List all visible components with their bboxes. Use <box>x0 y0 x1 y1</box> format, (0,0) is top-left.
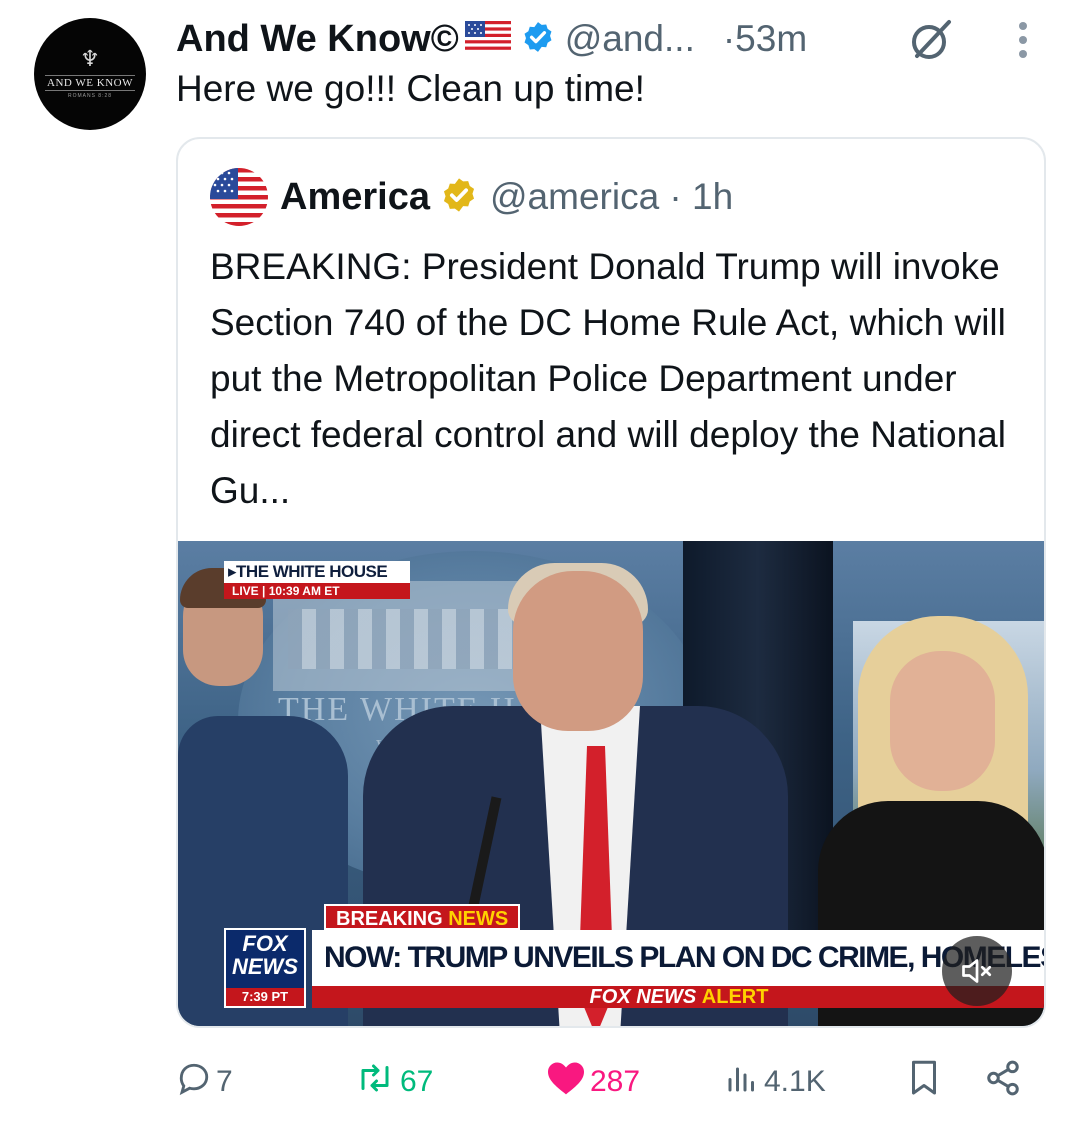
bug-title: ▸THE WHITE HOUSE <box>228 562 388 581</box>
reply-button[interactable]: 7 <box>176 1058 233 1106</box>
mute-icon[interactable] <box>942 936 1012 1006</box>
views-icon <box>724 1060 760 1104</box>
author-handle[interactable]: @and... <box>565 18 695 60</box>
tweet-text: Here we go!!! Clean up time! <box>176 68 645 109</box>
more-icon[interactable] <box>1008 18 1038 67</box>
share-icon <box>984 1059 1022 1105</box>
video-location-bug: ▸THE WHITE HOUSE LIVE | 10:39 AM ET <box>224 561 410 599</box>
news-word: NEWS <box>448 908 509 930</box>
breaking-word: BREAKING <box>336 908 443 930</box>
reply-count: 7 <box>216 1065 233 1098</box>
quote-avatar-us-flag-icon[interactable] <box>210 168 268 226</box>
alert-part1: FOX NEWS <box>589 986 697 1008</box>
video-headline: NOW: TRUMP UNVEILS PLAN ON DC CRIME, HOM… <box>312 930 1044 986</box>
verified-blue-icon[interactable] <box>521 20 555 59</box>
share-button[interactable] <box>984 1058 1022 1106</box>
us-flag-icon <box>464 20 511 58</box>
quote-media-video[interactable]: THE WHITE H WA ▸THE WHITE HOUSE LIVE | 1… <box>178 541 1044 1026</box>
tweet-time[interactable]: ·53m <box>723 18 807 60</box>
repost-icon <box>354 1060 396 1104</box>
alert-part2: ALERT <box>701 986 769 1008</box>
quote-header: America @america · 1h <box>210 168 733 226</box>
verified-gold-icon[interactable] <box>440 176 478 219</box>
quote-author-name[interactable]: America <box>280 176 430 219</box>
quote-handle-time[interactable]: @america · 1h <box>490 176 733 218</box>
author-name[interactable]: And We Know© <box>176 18 459 61</box>
bookmark-icon <box>906 1058 942 1106</box>
author-avatar[interactable]: ♆ AND WE KNOW ROMANS 8:28 <box>34 18 146 130</box>
views-button[interactable]: 4.1K <box>724 1058 826 1106</box>
tweet-header: And We Know© @and... ·53m <box>176 14 807 64</box>
quote-text: BREAKING: President Donald Trump will in… <box>210 246 1006 511</box>
bug-live: LIVE | 10:39 AM ET <box>224 583 410 599</box>
views-count: 4.1K <box>764 1065 826 1098</box>
breaking-news-tag: BREAKING NEWS <box>324 904 521 930</box>
grok-icon[interactable] <box>905 14 955 69</box>
reply-icon <box>176 1060 212 1104</box>
repost-count: 67 <box>400 1065 434 1098</box>
like-icon <box>546 1060 586 1104</box>
avatar-logo-mark: ♆ <box>80 47 100 72</box>
fox-logo-line2: NEWS <box>232 954 298 979</box>
bookmark-button[interactable] <box>906 1058 942 1106</box>
tweet-action-bar: 7 67 287 4.1K <box>176 1058 1036 1106</box>
avatar-sub-text: ROMANS 8:28 <box>67 93 113 99</box>
quoted-tweet-card[interactable]: America @america · 1h BREAKING: Presiden… <box>176 137 1046 1028</box>
video-lower-third: BREAKING NEWS FOX NEWS 7:39 PT NOW: TRUM… <box>224 904 1044 1009</box>
repost-button[interactable]: 67 <box>354 1058 433 1106</box>
like-button[interactable]: 287 <box>546 1058 640 1106</box>
like-count: 287 <box>590 1065 641 1098</box>
avatar-brand-text: AND WE KNOW <box>45 75 135 91</box>
fox-logo-line1: FOX <box>242 931 288 956</box>
fox-news-logo: FOX NEWS 7:39 PT <box>224 928 306 1008</box>
fox-logo-time: 7:39 PT <box>226 988 304 1006</box>
fox-news-alert-bar: FOX NEWS ALERT <box>312 986 1044 1008</box>
